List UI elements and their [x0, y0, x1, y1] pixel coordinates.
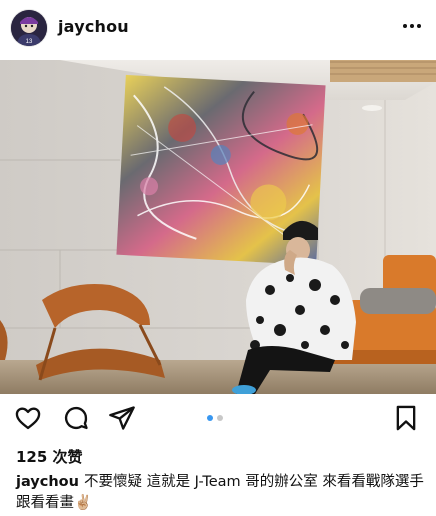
- action-bar: [0, 398, 436, 438]
- username[interactable]: jaychou: [58, 17, 129, 36]
- heart-icon[interactable]: [14, 404, 42, 432]
- instagram-post: 13 jaychou 125 次赞 jaychou 不要懷疑 這就是 J-Tea…: [0, 0, 436, 516]
- carousel-dot[interactable]: [217, 415, 223, 421]
- comment-icon[interactable]: [62, 404, 90, 432]
- likes-count[interactable]: 125 次赞: [16, 446, 83, 467]
- more-horizontal-icon[interactable]: [400, 14, 424, 38]
- office-scene: [0, 60, 436, 394]
- avatar-illustration: 13: [11, 10, 47, 46]
- post-photo[interactable]: [0, 60, 436, 394]
- caption-username[interactable]: jaychou: [16, 474, 79, 490]
- send-icon[interactable]: [108, 404, 136, 432]
- post-header: 13 jaychou: [0, 0, 436, 58]
- caption: jaychou 不要懷疑 這就是 J-Team 哥的辦公室 來看看戰隊選手跟看看畫…: [16, 472, 426, 514]
- svg-text:13: 13: [26, 39, 33, 45]
- carousel-dot-active[interactable]: [207, 415, 213, 421]
- bookmark-icon[interactable]: [392, 404, 420, 432]
- carousel-indicator: [207, 415, 223, 421]
- avatar[interactable]: 13: [11, 10, 47, 46]
